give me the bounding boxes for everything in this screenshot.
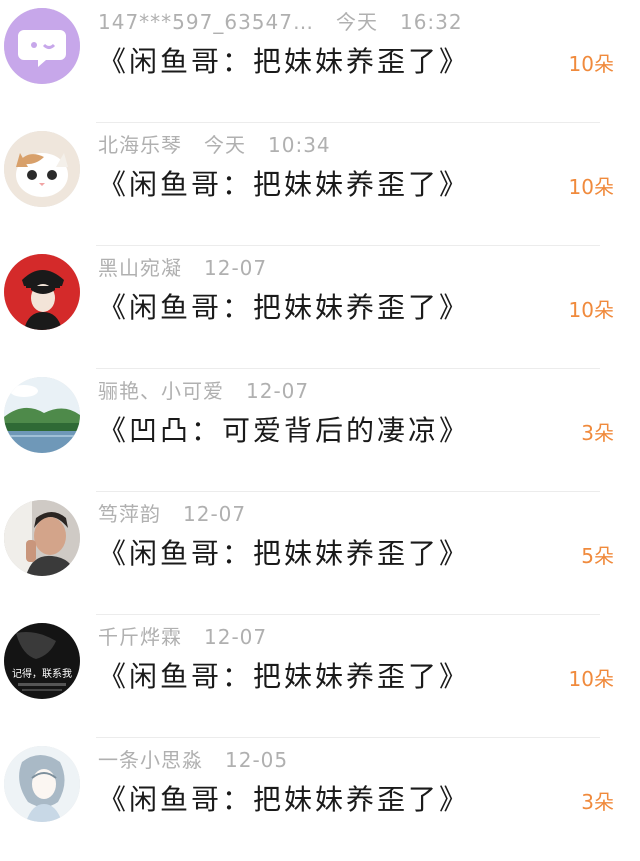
date: 今天	[204, 133, 246, 157]
book-title[interactable]: 《闲鱼哥：把妹妹养歪了》	[98, 655, 470, 695]
item-meta: 147***597_63547… 今天 16:32	[98, 6, 463, 35]
item-meta: 千斤烨霖 12-07	[98, 621, 289, 650]
cat-avatar-icon[interactable]	[4, 131, 80, 207]
username[interactable]: 黑山宛凝	[98, 256, 182, 280]
username[interactable]: 147***597_63547…	[98, 10, 314, 34]
list-item[interactable]: 北海乐琴 今天 10:34 《闲鱼哥：把妹妹养歪了》 10朵	[0, 123, 640, 246]
book-title[interactable]: 《闲鱼哥：把妹妹养歪了》	[98, 40, 470, 80]
list-item[interactable]: 骊艳、小可爱 12-07 《凹凸：可爱背后的凄凉》 3朵	[0, 369, 640, 492]
item-meta: 北海乐琴 今天 10:34	[98, 129, 331, 158]
username[interactable]: 笃萍韵	[98, 502, 161, 526]
flower-amount: 3朵	[581, 790, 614, 814]
landscape-avatar-icon[interactable]	[4, 377, 80, 453]
item-meta: 笃萍韵 12-07	[98, 498, 268, 527]
date: 今天	[335, 10, 378, 34]
date: 12-05	[225, 748, 289, 772]
chat-bubble-avatar-icon[interactable]	[4, 8, 80, 84]
date: 12-07	[246, 379, 310, 403]
username[interactable]: 北海乐琴	[98, 133, 182, 157]
flower-amount: 10朵	[568, 298, 614, 322]
book-title[interactable]: 《闲鱼哥：把妹妹养歪了》	[98, 286, 470, 326]
username[interactable]: 一条小思淼	[98, 748, 203, 772]
list-item[interactable]: 记得，联系我 千斤烨霖 12-07 《闲鱼哥：把妹妹养歪了》 10朵	[0, 615, 640, 738]
avatar-overlay-text: 记得，联系我	[12, 668, 72, 680]
gift-list: 147***597_63547… 今天 16:32 《闲鱼哥：把妹妹养歪了》 10朵…	[0, 0, 640, 827]
person-photo-avatar-icon[interactable]	[4, 500, 80, 576]
flower-amount: 3朵	[581, 421, 614, 445]
flower-amount: 10朵	[568, 52, 614, 76]
date: 12-07	[204, 625, 268, 649]
flower-amount: 5朵	[581, 544, 614, 568]
item-meta: 一条小思淼 12-05	[98, 744, 310, 773]
date: 12-07	[204, 256, 268, 280]
book-title[interactable]: 《闲鱼哥：把妹妹养歪了》	[98, 778, 470, 818]
time: 16:32	[399, 10, 463, 34]
username[interactable]: 骊艳、小可爱	[98, 379, 224, 403]
book-title[interactable]: 《闲鱼哥：把妹妹养歪了》	[98, 163, 470, 203]
username[interactable]: 千斤烨霖	[98, 625, 182, 649]
flower-amount: 10朵	[568, 175, 614, 199]
list-item[interactable]: 一条小思淼 12-05 《闲鱼哥：把妹妹养歪了》 3朵	[0, 738, 640, 861]
flower-amount: 10朵	[568, 667, 614, 691]
list-item[interactable]: 笃萍韵 12-07 《闲鱼哥：把妹妹养歪了》 5朵	[0, 492, 640, 615]
list-item[interactable]: 黑山宛凝 12-07 《闲鱼哥：把妹妹养歪了》 10朵	[0, 246, 640, 369]
book-title[interactable]: 《凹凸：可爱背后的凄凉》	[98, 409, 470, 449]
book-title[interactable]: 《闲鱼哥：把妹妹养歪了》	[98, 532, 470, 572]
sketch-girl-avatar-icon[interactable]	[4, 746, 80, 822]
item-meta: 骊艳、小可爱 12-07	[98, 375, 331, 404]
item-meta: 黑山宛凝 12-07	[98, 252, 289, 281]
time: 10:34	[268, 133, 331, 157]
list-item[interactable]: 147***597_63547… 今天 16:32 《闲鱼哥：把妹妹养歪了》 10朵	[0, 0, 640, 123]
date: 12-07	[183, 502, 247, 526]
anime-character-avatar-icon[interactable]	[4, 254, 80, 330]
dark-text-avatar-icon[interactable]: 记得，联系我	[4, 623, 80, 699]
